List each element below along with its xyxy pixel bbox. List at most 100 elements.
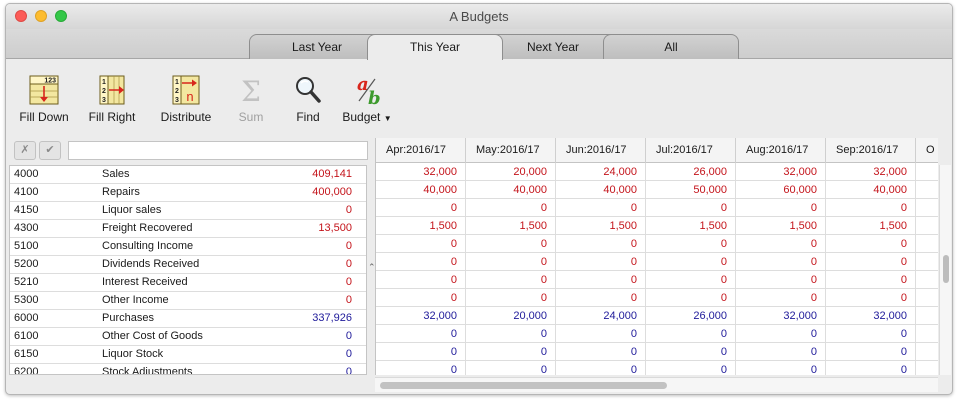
account-row[interactable]: 4150 Liquor sales 0 [10,202,366,220]
budget-cell[interactable]: 0 [646,199,736,217]
minimize-window-button[interactable] [35,10,47,22]
budget-cell[interactable]: 32,000 [376,307,466,325]
budget-cell[interactable]: 1,500 [646,217,736,235]
column-header[interactable]: Apr:2016/17 [376,138,466,163]
account-row[interactable]: 6200 Stock Adjustments 0 [10,364,366,374]
column-header[interactable]: Aug:2016/17 [736,138,826,163]
budget-cell[interactable]: 0 [826,199,916,217]
tab-next-year[interactable]: Next Year [485,34,621,59]
budget-cell[interactable]: 0 [556,289,646,307]
distribute-button[interactable]: 1 2 3 n Distribute [154,74,218,124]
budget-cell[interactable]: 0 [466,343,556,361]
budget-cell[interactable]: 40,000 [826,181,916,199]
budget-cell[interactable]: 0 [646,343,736,361]
budget-cell[interactable]: 24,000 [556,307,646,325]
vertical-scrollbar[interactable] [939,165,951,375]
account-row[interactable]: 4000 Sales 409,141 [10,166,366,184]
budget-cell[interactable]: 0 [646,271,736,289]
budget-cell[interactable]: 0 [556,361,646,375]
budget-cell[interactable]: 0 [736,199,826,217]
column-header[interactable]: Jul:2016/17 [646,138,736,163]
budget-cell[interactable]: 0 [826,271,916,289]
budget-cell[interactable]: 0 [826,325,916,343]
account-row[interactable]: 6150 Liquor Stock 0 [10,346,366,364]
account-row[interactable]: 5210 Interest Received 0 [10,274,366,292]
find-button[interactable]: Find [276,74,340,124]
budget-cell[interactable]: 0 [646,235,736,253]
budget-cell[interactable]: 0 [556,253,646,271]
column-header[interactable]: O [916,138,938,163]
budget-cell[interactable]: 20,000 [466,163,556,181]
fill-down-button[interactable]: 123 Fill Down [12,74,76,124]
budget-cell[interactable]: 50,000 [646,181,736,199]
budget-cell[interactable]: 40,000 [376,181,466,199]
budget-cell[interactable]: 0 [826,253,916,271]
budget-menu-button[interactable]: a b Budget ▼ [335,74,399,124]
budget-cell[interactable]: 0 [736,343,826,361]
budget-cell[interactable]: 0 [376,343,466,361]
budget-cell[interactable]: 0 [466,361,556,375]
account-row[interactable]: 6100 Other Cost of Goods 0 [10,328,366,346]
budget-cell[interactable]: 1,500 [466,217,556,235]
budget-cell[interactable]: 40,000 [556,181,646,199]
budget-cell[interactable]: 32,000 [736,163,826,181]
budget-cell[interactable]: 1,500 [826,217,916,235]
budget-cell[interactable]: 24,000 [556,163,646,181]
budget-cell[interactable]: 0 [646,361,736,375]
budget-cell[interactable]: 0 [376,289,466,307]
column-header[interactable]: Jun:2016/17 [556,138,646,163]
budget-cell[interactable]: 0 [736,253,826,271]
budget-cell[interactable]: 0 [376,253,466,271]
tab-all[interactable]: All [603,34,739,59]
budget-cell[interactable]: 26,000 [646,307,736,325]
sum-button[interactable]: Σ Sum [219,74,283,124]
horizontal-scroll-thumb[interactable] [380,382,667,389]
account-row[interactable]: 5100 Consulting Income 0 [10,238,366,256]
budget-cell[interactable]: 0 [376,199,466,217]
tab-this-year[interactable]: This Year [367,34,503,60]
budget-cell[interactable]: 0 [826,361,916,375]
column-header[interactable]: Sep:2016/17 [826,138,916,163]
fill-right-button[interactable]: 1 2 3 Fill Right [80,74,144,124]
budget-cell[interactable]: 0 [826,343,916,361]
budget-cell[interactable]: 0 [556,343,646,361]
budget-cell[interactable]: 0 [376,325,466,343]
budget-cell[interactable]: 0 [736,325,826,343]
budget-cell[interactable]: 0 [736,235,826,253]
account-row[interactable]: 5300 Other Income 0 [10,292,366,310]
account-row[interactable]: 4300 Freight Recovered 13,500 [10,220,366,238]
cancel-filter-button[interactable]: ✗ [14,141,36,160]
budget-cell[interactable]: 0 [646,253,736,271]
budget-cell[interactable]: 0 [466,271,556,289]
budget-cell[interactable]: 0 [736,361,826,375]
budget-cell[interactable]: 0 [646,289,736,307]
budget-cell[interactable]: 0 [826,235,916,253]
budget-cell[interactable]: 0 [646,325,736,343]
budget-cell[interactable]: 0 [556,235,646,253]
budget-cell[interactable]: 1,500 [736,217,826,235]
account-row[interactable]: 6000 Purchases 337,926 [10,310,366,328]
budget-cell[interactable]: 60,000 [736,181,826,199]
budget-cell[interactable]: 40,000 [466,181,556,199]
budget-cell[interactable]: 20,000 [466,307,556,325]
budget-cell[interactable]: 0 [556,271,646,289]
budget-cell[interactable]: 0 [736,289,826,307]
budget-cell[interactable]: 1,500 [376,217,466,235]
vertical-scroll-thumb[interactable] [943,255,949,283]
accept-filter-button[interactable]: ✔ [39,141,61,160]
budget-cell[interactable]: 32,000 [736,307,826,325]
budget-cell[interactable]: 32,000 [826,163,916,181]
filter-input[interactable] [68,141,368,160]
account-row[interactable]: 5200 Dividends Received 0 [10,256,366,274]
budget-cell[interactable]: 0 [556,199,646,217]
close-window-button[interactable] [15,10,27,22]
budget-cell[interactable]: 0 [376,235,466,253]
budget-cell[interactable]: 0 [826,289,916,307]
budget-cell[interactable]: 32,000 [826,307,916,325]
budget-cell[interactable]: 0 [376,271,466,289]
budget-cell[interactable]: 0 [736,271,826,289]
horizontal-scrollbar[interactable] [375,377,938,392]
budget-cell[interactable]: 26,000 [646,163,736,181]
tab-last-year[interactable]: Last Year [249,34,385,59]
budget-cell[interactable]: 0 [376,361,466,375]
